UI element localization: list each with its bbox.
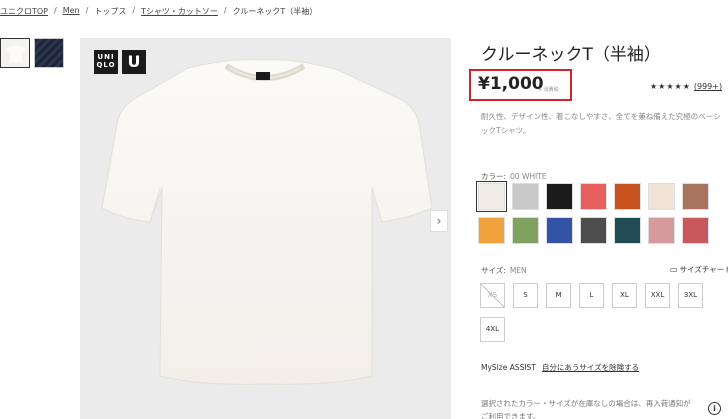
ruler-icon: ▭ [670, 265, 678, 274]
uniqlo-logo: UNI QLO [94, 50, 118, 74]
color-swatch[interactable] [580, 217, 607, 244]
selected-color-value: 00 WHITE [510, 172, 547, 181]
size-option-xs[interactable]: XS [480, 283, 505, 308]
breadcrumb-separator: / [85, 6, 89, 15]
size-option-4xl[interactable]: 4XL [480, 317, 505, 342]
description-line: 耐久性、デザイン性、着こなしやすさ、全てを兼ね備えた究極のベーシ [481, 112, 721, 121]
u-logo: U [122, 50, 146, 74]
white-tshirt-image [101, 59, 433, 385]
color-swatch[interactable] [512, 217, 539, 244]
breadcrumb-item-tops[interactable]: トップス [94, 6, 126, 17]
product-price: ¥1,000 [478, 74, 544, 94]
info-icon[interactable]: i [708, 402, 721, 415]
tshirt-thumbnail-image [6, 46, 26, 62]
color-label-text: カラー: [481, 172, 507, 181]
breadcrumb-item-current: クルーネックT（半袖） [232, 7, 318, 16]
rating-stars-icon: ★★★★★ [650, 82, 691, 91]
color-swatch[interactable] [648, 217, 675, 244]
breadcrumb-item-tshirts[interactable]: Tシャツ・カットソー [141, 6, 218, 17]
breadcrumb-separator: / [54, 6, 57, 15]
size-chart-link[interactable]: ▭ サイズチャート [670, 264, 728, 275]
color-swatch[interactable] [512, 183, 539, 210]
description-line: ックTシャツ。 [481, 126, 531, 135]
color-swatch[interactable] [580, 183, 607, 210]
rating: ★★★★★ (999+) [650, 82, 722, 91]
thumbnail-strip [0, 38, 64, 68]
thumbnail-navy-fabric[interactable] [34, 38, 64, 68]
size-options: XS S M L XL XXL 3XL 4XL [480, 283, 728, 342]
size-option-s[interactable]: S [513, 283, 538, 308]
product-main-image: UNI QLO U [80, 38, 451, 419]
size-label: サイズ: MEN [481, 265, 527, 276]
restock-notice-line: 選択されたカラー・サイズが在庫なしの場合は、再入荷通知が [481, 399, 691, 408]
size-option-m[interactable]: M [546, 283, 571, 308]
breadcrumb-item-men[interactable]: Men [63, 6, 80, 17]
review-count-link[interactable]: (999+) [694, 82, 722, 91]
color-swatch[interactable] [614, 183, 641, 210]
color-swatch[interactable] [648, 183, 675, 210]
color-swatches [476, 181, 728, 244]
mysize-assist: MySize ASSIST 自分にあうサイズを除険する [481, 362, 639, 373]
tax-note: + 消費税 [538, 87, 559, 93]
breadcrumb: ユニクロTOP / Men / トップス / Tシャツ・カットソー / クルーネ… [0, 6, 317, 17]
color-swatch[interactable] [546, 217, 573, 244]
breadcrumb-separator: / [223, 6, 227, 15]
color-swatch[interactable] [682, 183, 709, 210]
color-swatch[interactable] [476, 181, 507, 212]
color-swatch[interactable] [478, 217, 505, 244]
color-swatch[interactable] [614, 217, 641, 244]
size-option-l[interactable]: L [579, 283, 604, 308]
size-option-xl[interactable]: XL [612, 283, 637, 308]
breadcrumb-item-top[interactable]: ユニクロTOP [0, 6, 48, 17]
breadcrumb-separator: / [132, 6, 136, 15]
product-title: クルーネックT（半袖） [481, 45, 661, 65]
size-label-text: サイズ: [481, 266, 506, 275]
size-option-3xl[interactable]: 3XL [678, 283, 703, 308]
color-swatch[interactable] [546, 183, 573, 210]
next-image-arrow-icon[interactable]: › [430, 210, 448, 232]
color-swatch[interactable] [682, 217, 709, 244]
restock-notice-line: ご利用できます。 [481, 412, 541, 419]
product-description: 耐久性、デザイン性、着こなしやすさ、全てを兼ね備えた究極のベーシ ックTシャツ。 [481, 110, 728, 138]
thumbnail-white-tshirt[interactable] [0, 38, 30, 68]
size-chart-label: サイズチャート [679, 265, 728, 274]
mysize-link[interactable]: 自分にあうサイズを除険する [542, 363, 639, 372]
size-option-xxl[interactable]: XXL [645, 283, 670, 308]
selected-size-value: MEN [509, 266, 527, 275]
color-label: カラー: 00 WHITE [481, 171, 547, 182]
mysize-label: MySize ASSIST [481, 363, 536, 372]
